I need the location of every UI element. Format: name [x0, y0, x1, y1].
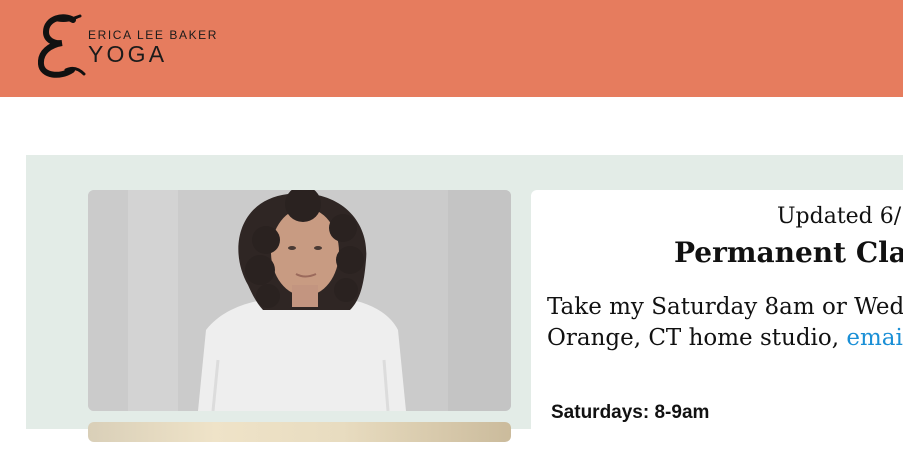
- site-logo[interactable]: ERICA LEE BAKER YOGA: [38, 14, 238, 78]
- intro-line-1: Take my Saturday 8am or Wedn: [547, 294, 903, 320]
- instructor-photo: [88, 190, 511, 411]
- logo-yoga: YOGA: [88, 41, 168, 67]
- page-title: Permanent Clas: [674, 236, 903, 269]
- updated-date: Updated 6/: [777, 204, 902, 229]
- saturdays-heading: Saturdays: 8-9am: [551, 402, 710, 423]
- intro-text: Take my Saturday 8am or Wedn Orange, CT …: [547, 292, 903, 354]
- email-link[interactable]: email: [846, 325, 903, 351]
- logo-e-icon: [38, 14, 86, 78]
- intro-line-2-text: Orange, CT home studio,: [547, 325, 847, 351]
- second-photo: [88, 422, 511, 442]
- instructor-portrait-image: [88, 190, 511, 411]
- site-header: ERICA LEE BAKER YOGA: [0, 0, 903, 97]
- intro-line-2: Orange, CT home studio, email: [547, 323, 903, 354]
- logo-name: ERICA LEE BAKER: [88, 28, 219, 42]
